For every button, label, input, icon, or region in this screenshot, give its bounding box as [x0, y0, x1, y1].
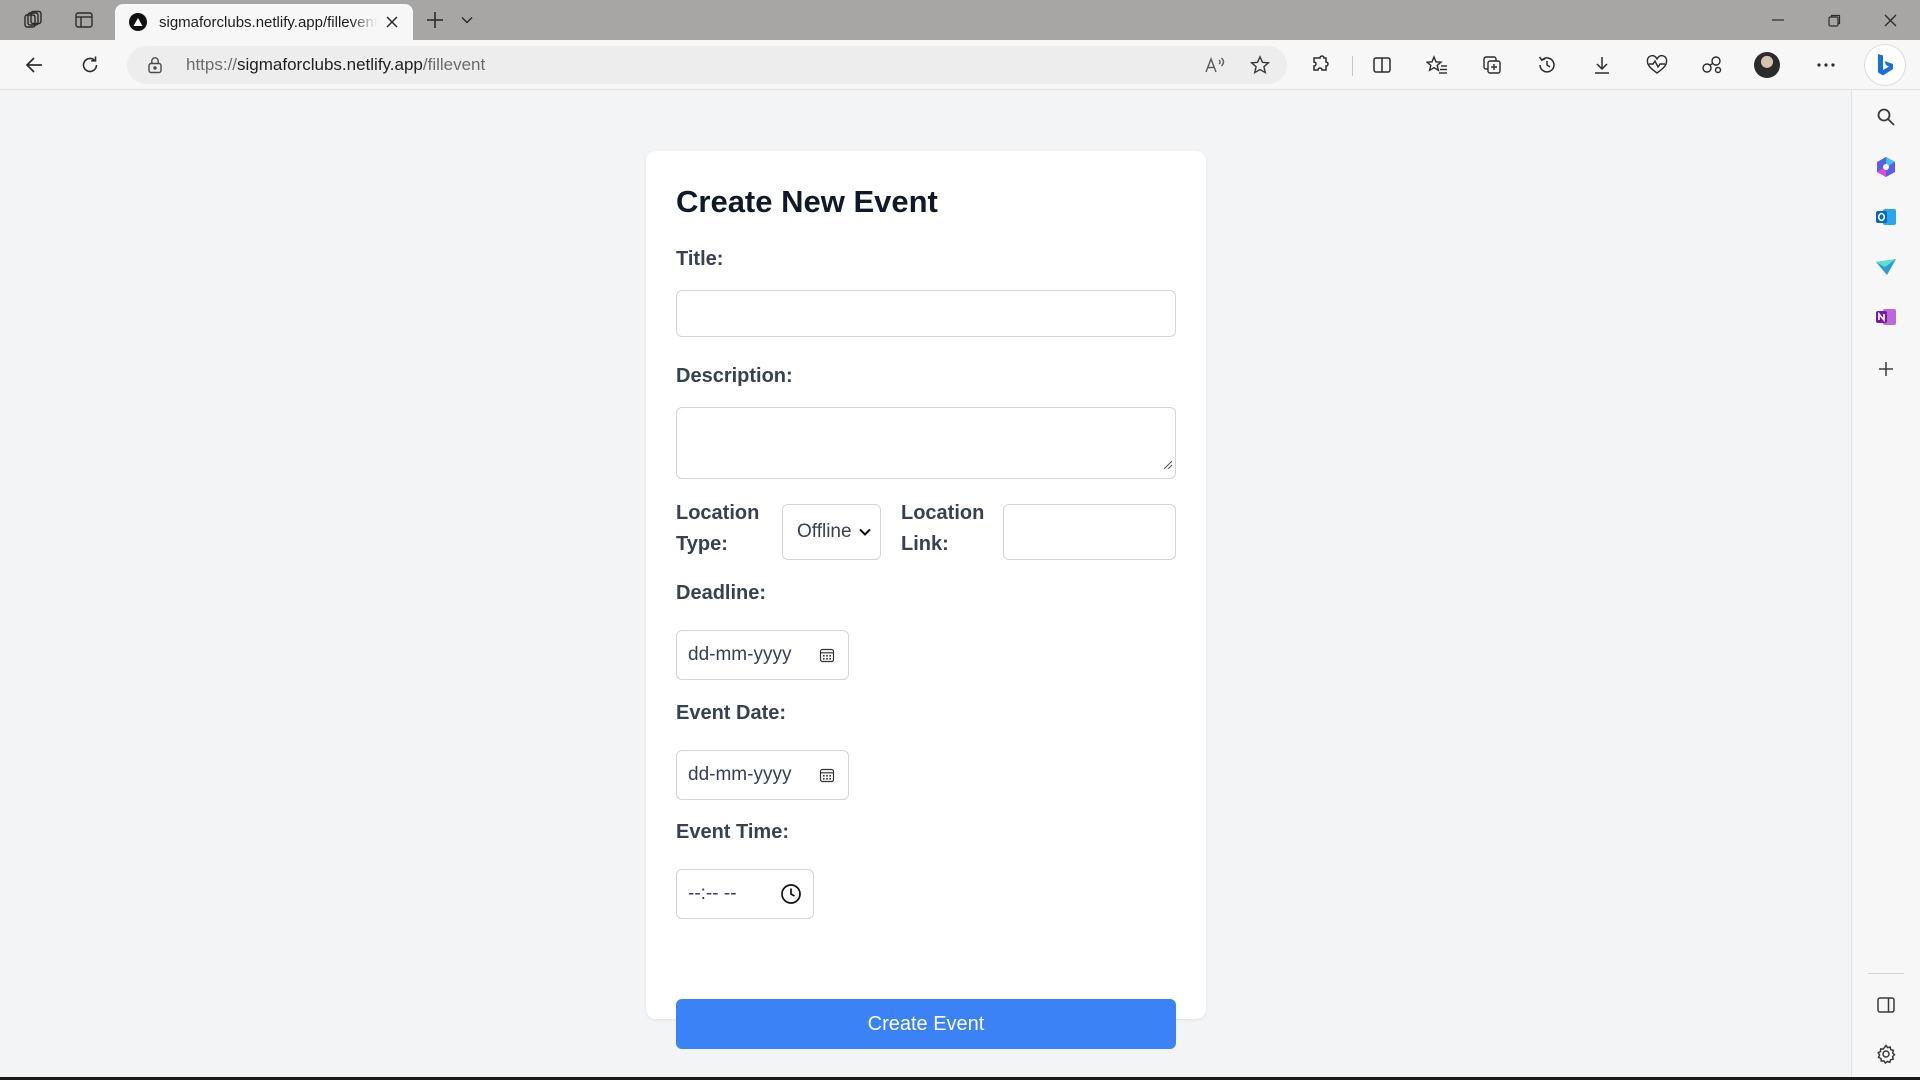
- location-link-input[interactable]: [1003, 504, 1176, 560]
- vertical-tabs-icon[interactable]: [66, 6, 102, 34]
- performance-icon[interactable]: [1694, 48, 1730, 82]
- toolbar-separator: [1352, 56, 1353, 76]
- back-arrow-icon[interactable]: [16, 48, 52, 82]
- close-window-icon[interactable]: [1862, 0, 1918, 40]
- event-date-label: Event Date:: [676, 702, 787, 724]
- deadline-placeholder: dd-mm-yyyy: [688, 644, 792, 665]
- minimize-icon[interactable]: [1750, 0, 1806, 40]
- tab-strip: sigmaforclubs.netlify.app/fillevent: [0, 0, 1920, 40]
- read-aloud-icon[interactable]: [1197, 48, 1233, 82]
- description-textarea[interactable]: [676, 407, 1176, 479]
- copilot-icon[interactable]: [1865, 45, 1905, 85]
- event-time-label: Event Time:: [676, 821, 789, 843]
- drop-icon[interactable]: [1868, 249, 1904, 285]
- deadline-date-input[interactable]: dd-mm-yyyy: [676, 630, 849, 680]
- refresh-icon[interactable]: [72, 48, 108, 82]
- location-type-selected: Offline: [797, 521, 852, 542]
- profile-icon[interactable]: [1749, 48, 1785, 82]
- deadline-label: Deadline:: [676, 582, 767, 604]
- location-type-label: Location Type:: [676, 498, 759, 560]
- url-host: sigmaforclubs.netlify.app: [237, 55, 423, 74]
- browser-essentials-icon[interactable]: [1639, 48, 1675, 82]
- copilot-badge: [1865, 45, 1905, 85]
- form-heading: Create New Event: [676, 184, 938, 219]
- location-link-label-line1: Location: [901, 502, 985, 524]
- event-form-card: Create New Event Title: Description: Loc…: [646, 151, 1206, 1049]
- restore-icon[interactable]: [1806, 0, 1862, 40]
- event-time-placeholder: --:-- --: [688, 883, 737, 904]
- copilot-app-icon[interactable]: [1868, 149, 1904, 185]
- calendar-icon[interactable]: [819, 647, 835, 663]
- profile-avatar: [1754, 52, 1780, 78]
- chevron-down-icon: [859, 528, 871, 536]
- url-text[interactable]: https://sigmaforclubs.netlify.app/fillev…: [186, 55, 485, 75]
- onenote-icon[interactable]: [1868, 299, 1904, 335]
- browser-toolbar: https://sigmaforclubs.netlify.app/fillev…: [0, 40, 1920, 90]
- tab-title: sigmaforclubs.netlify.app/fillevent: [159, 13, 377, 31]
- sidebar-divider: [1868, 973, 1904, 974]
- title-input[interactable]: [676, 290, 1176, 337]
- edge-sidebar: [1851, 90, 1920, 1078]
- location-link-label: Location Link:: [901, 498, 984, 560]
- title-label: Title:: [676, 248, 724, 270]
- event-date-input[interactable]: dd-mm-yyyy: [676, 750, 849, 800]
- resize-handle-icon[interactable]: [1163, 453, 1173, 475]
- location-type-label-line2: Type:: [676, 533, 728, 555]
- favorites-icon[interactable]: [1419, 48, 1455, 82]
- location-link-label-line2: Link:: [901, 533, 949, 555]
- active-tab[interactable]: sigmaforclubs.netlify.app/fillevent: [115, 4, 413, 40]
- calendar-icon[interactable]: [819, 767, 835, 783]
- history-icon[interactable]: [1529, 48, 1565, 82]
- tab-actions-chevron-down-icon[interactable]: [455, 6, 479, 34]
- new-tab-icon[interactable]: [420, 6, 450, 34]
- location-type-label-line1: Location: [676, 502, 760, 524]
- event-date-placeholder: dd-mm-yyyy: [688, 764, 792, 785]
- event-time-input[interactable]: --:-- --: [676, 869, 814, 919]
- url-path: /fillevent: [422, 55, 486, 74]
- site-favicon-icon: [129, 13, 147, 31]
- more-icon[interactable]: [1808, 48, 1844, 82]
- description-label: Description:: [676, 365, 793, 387]
- address-bar[interactable]: https://sigmaforclubs.netlify.app/fillev…: [127, 46, 1287, 84]
- close-tab-icon[interactable]: [381, 11, 403, 33]
- hide-sidebar-icon[interactable]: [1868, 987, 1904, 1023]
- create-event-button[interactable]: Create Event: [676, 999, 1176, 1049]
- extensions-icon[interactable]: [1303, 48, 1339, 82]
- split-screen-icon[interactable]: [1364, 48, 1400, 82]
- settings-icon[interactable]: [1868, 1036, 1904, 1072]
- page-viewport: Create New Event Title: Description: Loc…: [0, 91, 1851, 1077]
- search-icon[interactable]: [1868, 99, 1904, 135]
- location-type-select[interactable]: Offline: [782, 504, 881, 560]
- collections-icon[interactable]: [1474, 48, 1510, 82]
- workspaces-icon[interactable]: [15, 6, 51, 34]
- lock-icon[interactable]: [147, 56, 163, 79]
- add-icon[interactable]: [1868, 351, 1904, 387]
- outlook-icon[interactable]: [1868, 199, 1904, 235]
- clock-icon[interactable]: [780, 883, 802, 905]
- url-scheme: https://: [186, 55, 238, 74]
- favorite-star-icon[interactable]: [1242, 48, 1278, 82]
- downloads-icon[interactable]: [1584, 48, 1620, 82]
